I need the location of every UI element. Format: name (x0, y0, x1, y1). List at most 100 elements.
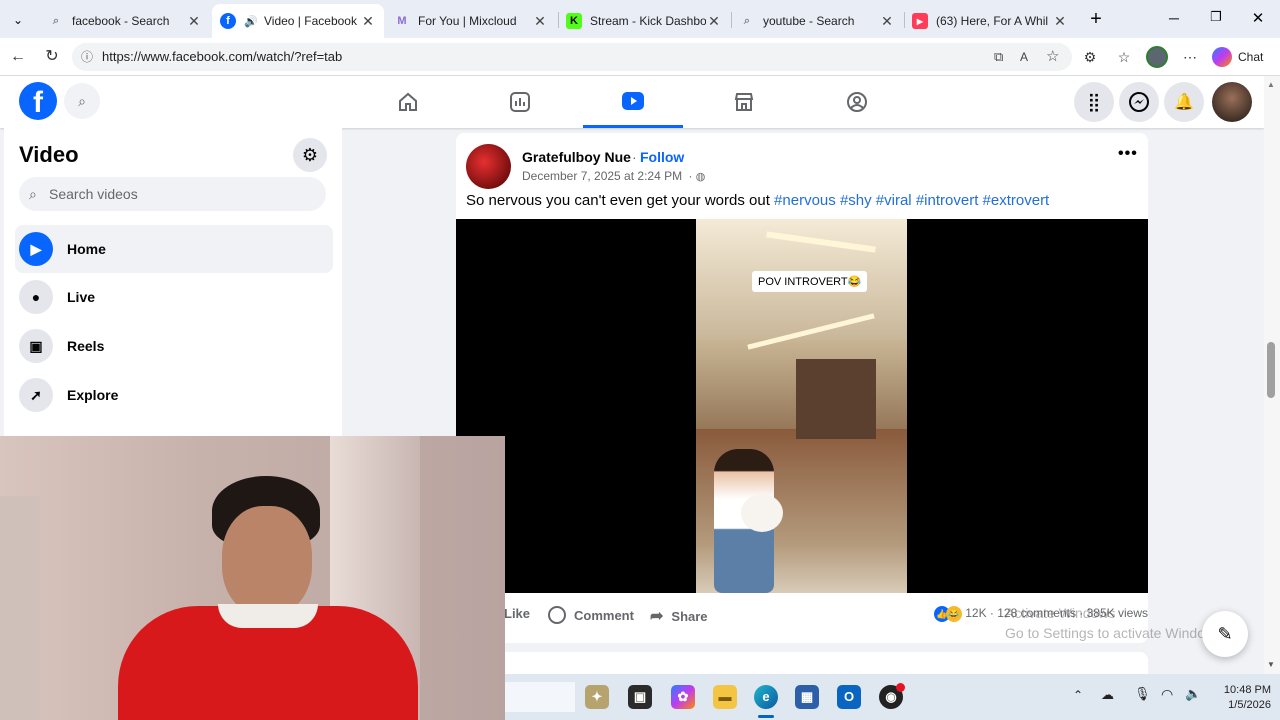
sidebar-item-label: Explore (67, 387, 119, 403)
search-box[interactable] (505, 682, 575, 712)
page-scrollbar[interactable]: ▲ ▼ (1264, 76, 1280, 674)
browser-tab[interactable]: M For You | Mixcloud ✕ (386, 4, 556, 38)
video-player[interactable]: POV INTROVERT😂 (456, 219, 1148, 593)
microsoft-store-icon[interactable]: ▦ (795, 685, 819, 709)
hashtag-link[interactable]: #introvert (916, 192, 979, 209)
microphone-icon[interactable]: 🎙 (1134, 686, 1151, 702)
reactions-count[interactable]: 12K (965, 606, 986, 620)
nav-groups-tab[interactable] (807, 76, 907, 128)
tab-title: youtube - Search (763, 14, 855, 28)
video-frame: POV INTROVERT😂 (696, 219, 907, 593)
close-icon[interactable]: ✕ (1052, 13, 1068, 30)
back-icon[interactable]: ← (8, 47, 28, 67)
scrollbar-thumb[interactable] (1267, 342, 1275, 398)
browser-tab[interactable]: ⌕ youtube - Search ✕ (731, 4, 903, 38)
search-videos-input[interactable]: ⌕ Search videos (19, 177, 326, 211)
sidebar-item-reels[interactable]: ▣ Reels (15, 322, 333, 370)
file-explorer-icon[interactable]: ▬ (713, 685, 737, 709)
hashtag-link[interactable]: #shy (840, 192, 872, 209)
webcam-door (0, 496, 40, 720)
author-avatar[interactable] (466, 144, 511, 189)
sidebar-item-home[interactable]: ▶ Home (15, 225, 333, 273)
tab-title: (63) Here, For A Whil (p (936, 14, 1052, 28)
hashtag-link[interactable]: #viral (876, 192, 912, 209)
clock[interactable]: 10:48 PM 1/5/2026 (1211, 683, 1271, 713)
settings-gear-icon[interactable]: ⚙ (293, 138, 327, 172)
wifi-icon[interactable]: ◠ (1161, 686, 1173, 703)
scroll-down-icon[interactable]: ▼ (1267, 660, 1275, 669)
close-icon[interactable]: ✕ (879, 13, 895, 30)
extensions-icon[interactable]: ⚙ (1080, 47, 1100, 67)
read-aloud-icon[interactable]: A (1020, 43, 1028, 71)
restore-icon[interactable]: ❐ (1206, 9, 1226, 25)
hashtag-link[interactable]: #extrovert (983, 192, 1050, 209)
follow-button[interactable]: Follow (640, 149, 684, 165)
messenger-icon[interactable] (1119, 82, 1159, 122)
address-bar[interactable]: ⓘ https://www.facebook.com/watch/?ref=ta… (72, 43, 1072, 71)
onedrive-icon[interactable]: ☁ (1101, 687, 1114, 703)
watermark-subtitle: Go to Settings to activate Windows. (1005, 625, 1226, 641)
speaker-icon[interactable]: 🔊 (244, 13, 258, 29)
sidebar-item-label: Home (67, 241, 106, 257)
favorites-icon[interactable]: ☆ (1114, 47, 1134, 67)
new-tab-button[interactable]: + (1086, 9, 1106, 29)
nav-video-tab[interactable] (583, 76, 683, 128)
haha-reaction-icon[interactable]: 😂 (945, 606, 962, 622)
author-name[interactable]: Gratefulboy Nue (522, 149, 631, 165)
store-front (796, 359, 876, 439)
share-button[interactable]: ➦ Share (650, 606, 708, 626)
browser-tab[interactable]: ▶ (63) Here, For A Whil (p ✕ (904, 4, 1076, 38)
close-icon[interactable]: ✕ (706, 13, 722, 30)
caption-text: So nervous you can't even get your words… (466, 192, 770, 209)
open-in-app-icon[interactable]: ⧉ (994, 43, 1003, 71)
groups-icon (847, 92, 867, 112)
tab-title: facebook - Search (72, 14, 170, 28)
sidebar-item-explore[interactable]: ➚ Explore (15, 371, 333, 419)
profile-avatar[interactable] (1146, 46, 1168, 68)
tab-actions-chevron-icon[interactable]: ⌄ (8, 10, 28, 30)
edge-browser-icon[interactable]: e (754, 685, 778, 709)
live-icon: ● (19, 280, 53, 314)
post-more-options-icon[interactable]: ••• (1118, 145, 1138, 163)
account-avatar[interactable] (1212, 82, 1252, 122)
volume-icon[interactable]: 🔈 (1185, 686, 1201, 702)
chat-label: Chat (1238, 50, 1264, 64)
close-icon[interactable]: ✕ (532, 13, 548, 30)
scroll-up-icon[interactable]: ▲ (1267, 80, 1275, 89)
video-home-icon: ▶ (19, 232, 53, 266)
browser-tab-active[interactable]: f 🔊 Video | Facebook ✕ (212, 4, 384, 38)
video-text-overlay: POV INTROVERT😂 (752, 271, 868, 292)
nav-home-tab[interactable] (358, 76, 458, 128)
facebook-logo-icon[interactable]: f (19, 82, 57, 120)
nav-watch-history-tab[interactable] (470, 76, 570, 128)
favorite-star-icon[interactable]: ☆ (1046, 43, 1059, 71)
search-icon: ⌕ (743, 14, 751, 27)
like-button[interactable]: Like (504, 606, 530, 621)
widget-icon[interactable]: ✦ (585, 685, 609, 709)
hashtag-link[interactable]: #nervous (774, 192, 836, 209)
nav-marketplace-tab[interactable] (694, 76, 794, 128)
notifications-bell-icon[interactable]: 🔔 (1164, 82, 1204, 122)
close-icon[interactable]: ✕ (360, 13, 376, 30)
task-view-icon[interactable]: ▣ (628, 685, 652, 709)
search-icon[interactable]: ⌕ (64, 83, 100, 119)
site-info-icon[interactable]: ⓘ (81, 43, 93, 71)
dog-figure (741, 494, 783, 532)
browser-tab[interactable]: ⌕ facebook - Search ✕ (40, 4, 210, 38)
copilot-chat-button[interactable]: Chat (1212, 45, 1263, 69)
refresh-icon[interactable]: ↻ (42, 47, 62, 67)
outlook-icon[interactable]: O (837, 685, 861, 709)
more-menu-icon[interactable]: ⋯ (1180, 47, 1200, 67)
comment-button[interactable]: Comment (548, 606, 634, 624)
minimize-icon[interactable]: ─ (1164, 10, 1184, 26)
menu-grid-icon[interactable]: ⣿ (1074, 82, 1114, 122)
show-hidden-icons-icon[interactable]: ⌃ (1073, 688, 1083, 702)
sidebar-item-live[interactable]: ● Live (15, 273, 333, 321)
window-close-icon[interactable]: ✕ (1248, 9, 1268, 27)
new-message-compose-icon[interactable]: ✎ (1202, 611, 1248, 657)
kick-icon: K (566, 13, 582, 29)
copilot-taskbar-icon[interactable]: ✿ (671, 685, 695, 709)
browser-tab[interactable]: K Stream - Kick Dashboard ✕ (558, 4, 730, 38)
post-date[interactable]: December 7, 2025 at 2:24 PM · ◍ (522, 169, 705, 183)
close-icon[interactable]: ✕ (186, 13, 202, 30)
